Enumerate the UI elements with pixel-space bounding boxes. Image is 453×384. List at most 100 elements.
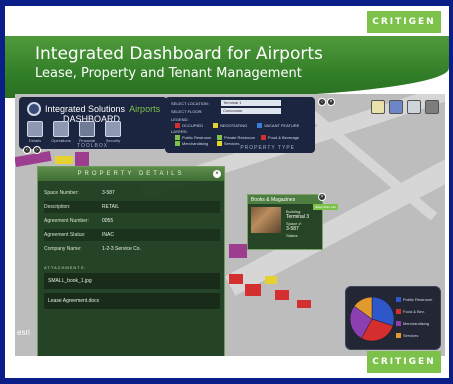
map-space-negotiating[interactable] [265,276,277,284]
map-space-occupied[interactable] [297,300,311,308]
layer-public-restroom[interactable]: Public Restroom [175,135,211,140]
detail-key: Agreement Status: [44,232,86,238]
layer-label: Public Restroom [182,135,212,140]
map-space-negotiating[interactable] [55,156,73,164]
slide: CRITIGEN Integrated Dashboard for Airpor… [5,6,449,378]
detail-row-agreement-status: Agreement Status: INAC [44,229,220,241]
map-gate [15,150,52,168]
legend-negotiating: NEGOTIATING [213,123,247,128]
legend-label-text: NEGOTIATING [220,123,248,128]
map-space-occupied[interactable] [245,284,261,296]
app-logo-text: Integrated Solutions [45,104,126,114]
occupied-swatch [175,123,180,128]
layer-label: Merchandising [182,141,209,146]
close-icon[interactable]: × [213,170,221,178]
detail-row-agreement-number: Agreement Number: 0055 [44,215,220,227]
brand-logo-top: CRITIGEN [367,11,441,33]
legend-vacant: VACANT FEATURE [257,123,299,128]
layer-label: Private Restroom [224,135,255,140]
detail-value: RETAIL [102,204,120,210]
map-gate [229,244,247,258]
negotiating-swatch [213,123,218,128]
detail-key: Description: [44,204,71,210]
detail-key: Space Number: [44,190,79,196]
app-logo-icon [27,102,41,116]
select-location-dropdown[interactable]: Terminal 1 [221,100,281,106]
operations-tool-button[interactable] [53,121,69,137]
pie-legend-item: Public Restroom [396,297,432,302]
esri-logo: esri [17,328,30,337]
pie-legend-label: Services [403,333,419,338]
checkbox-icon[interactable] [175,135,180,140]
pie-legend-label: Food & Bev. [403,309,425,314]
collapse-panel-button[interactable]: ‹ [318,98,326,106]
checkbox-icon[interactable] [217,141,222,146]
popup-space-value: 3-587 [286,226,299,232]
toolbox-caption: TOOLBOX [77,143,109,149]
detail-value: 0055 [102,218,114,224]
select-floor-dropdown[interactable]: Concourse [221,108,281,114]
popup-title: Books & Magazines [248,195,322,204]
checkbox-icon[interactable] [217,135,222,140]
pie-legend-swatch [396,297,401,302]
show-more-info-button[interactable]: Show More Info [312,204,338,210]
pie-legend-item: Food & Bev. [396,309,425,314]
attachment-link[interactable]: Lease Agreement.docx [44,293,220,309]
layer-label: Food & Beverage [268,135,300,140]
attachment-link[interactable]: SMALL_book_1.jpg [44,273,220,289]
security-tool-button[interactable] [105,121,121,137]
pie-legend-swatch [396,309,401,314]
legend-label: LEGEND: [171,117,189,122]
pie-chart [349,296,395,342]
pie-legend-label: Merchandising [403,321,430,326]
toolbox-panel: Integrated Solutions Airports DASHBOARD … [19,97,167,149]
space-photo [251,207,281,233]
pie-legend-label: Public Restroom [403,297,433,302]
slide-header: Integrated Dashboard for Airports Lease,… [5,36,449,98]
settings-tool-button[interactable] [425,100,439,114]
layer-private-restroom[interactable]: Private Restroom [217,135,255,140]
popup-building-value: Terminal 3 [286,214,310,220]
property-details-panel: PROPERTY DETAILS × Space Number: 3-587 De… [37,166,225,356]
select-floor-label: SELECT FLOOR: [171,109,203,114]
space-info-popup: Books & Magazines × Show More Info Build… [247,193,338,250]
tool-label: Details [28,138,42,143]
attachments-label: ATTACHMENTS: [44,265,87,270]
pie-legend-item: Merchandising [396,321,429,326]
layer-food-beverage[interactable]: Food & Beverage [261,135,299,140]
pie-legend-item: Services [396,333,418,338]
legend-occupied: OCCUPIED [175,123,203,128]
pie-legend-swatch [396,321,401,326]
checkbox-icon[interactable] [261,135,266,140]
brand-logo-bottom: CRITIGEN [367,351,441,373]
legend-label-text: OCCUPIED [182,123,204,128]
map-space-occupied[interactable] [275,290,289,300]
select-location-label: SELECT LOCATION: [171,101,209,106]
layer-merchandising[interactable]: Merchandising [175,141,208,146]
close-panel-button[interactable]: × [327,98,335,106]
details-tool-button[interactable] [27,121,43,137]
detail-value: 3-587 [102,190,115,196]
layer-services[interactable]: Services [217,141,239,146]
checkbox-icon[interactable] [175,141,180,146]
detail-row-space-number: Space Number: 3-587 [44,187,220,199]
close-icon[interactable]: × [318,193,326,201]
detail-key: Company Name: [44,246,82,252]
layer-label: Services [224,141,240,146]
map-tool-button[interactable] [371,100,385,114]
airport-map[interactable]: Integrated Solutions Airports DASHBOARD … [15,94,445,356]
tool-label: Operations [51,138,71,143]
expand-toolbox-button[interactable]: › [33,146,41,154]
legend-label-text: VACANT FEATURE [264,123,300,128]
zoom-tool-button[interactable] [407,100,421,114]
detail-row-description: Description: RETAIL [44,201,220,213]
layers-tool-button[interactable] [389,100,403,114]
collapse-toolbox-button[interactable]: ‹ [23,146,31,154]
map-space-occupied[interactable] [229,274,243,284]
property-type-pie-panel: Public Restroom Food & Bev. Merchandisin… [345,286,441,350]
property-details-title: PROPERTY DETAILS [38,167,224,181]
financial-tool-button[interactable] [79,121,95,137]
vacant-swatch [257,123,262,128]
layers-label: LAYERS: [171,129,188,134]
property-type-caption: PROPERTY TYPE [240,145,295,151]
